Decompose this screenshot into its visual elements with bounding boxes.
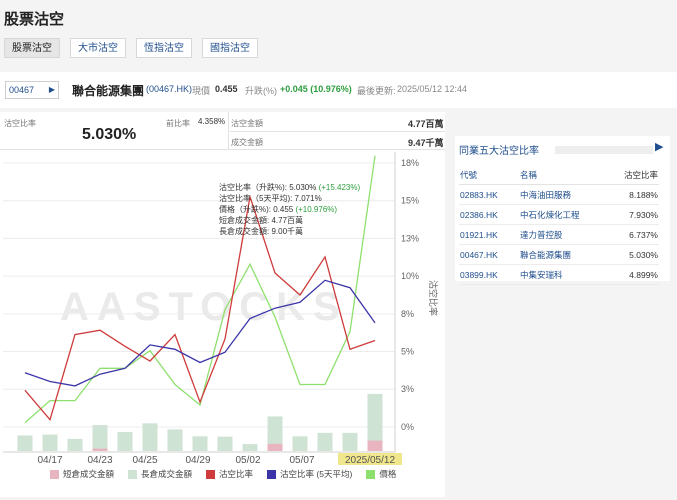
peer-panel-bar bbox=[555, 146, 653, 154]
long-position-bar bbox=[317, 432, 333, 451]
peer-code[interactable]: 01921.HK bbox=[459, 224, 519, 245]
peer-name[interactable]: 聯合能源集團 bbox=[519, 244, 611, 265]
legend-ratio[interactable]: 沽空比率 bbox=[206, 468, 253, 480]
peer-row[interactable]: 02883.HK 中海油田服務 8.188% bbox=[459, 184, 659, 205]
legend-ratio-label: 沽空比率 bbox=[219, 469, 254, 479]
x-tick-label: 04/17 bbox=[37, 455, 62, 466]
long-position-bar bbox=[192, 436, 208, 451]
legend-short-swatch bbox=[50, 469, 59, 479]
tooltip-price: 價格（升跌%): 0.455 bbox=[219, 205, 296, 214]
legend-price-label: 價格 bbox=[379, 469, 397, 479]
long-position-bar bbox=[67, 438, 83, 451]
peer-code[interactable]: 02883.HK bbox=[459, 184, 519, 205]
peer-row[interactable]: 03899.HK 中集安瑞科 4.899% bbox=[459, 264, 659, 285]
legend-short-bar[interactable]: 短倉成交金額 bbox=[50, 468, 114, 480]
peer-header-ratio: 沽空比率 bbox=[611, 166, 659, 185]
peer-header-name: 名稱 bbox=[519, 166, 611, 185]
y-tick-label: 8% bbox=[401, 309, 414, 319]
peer-panel-arrow-icon[interactable]: ▶ bbox=[655, 140, 663, 153]
long-position-bar bbox=[292, 436, 308, 451]
legend-ratio5[interactable]: 沽空比率 (5天平均) bbox=[267, 468, 352, 480]
legend-price-swatch bbox=[366, 469, 376, 479]
short-position-bar bbox=[92, 448, 108, 451]
long-position-bar bbox=[42, 434, 58, 451]
x-tick-label: 2025/05/12 bbox=[345, 455, 395, 466]
chart-legend: 短倉成交金額 長倉成交金額 沽空比率 沽空比率 (5天平均) 價格 bbox=[50, 468, 396, 480]
legend-ratio5-label: 沽空比率 (5天平均) bbox=[280, 469, 353, 479]
long-position-bar bbox=[117, 431, 133, 451]
legend-ratio5-swatch bbox=[267, 469, 277, 479]
peer-name[interactable]: 中集安瑞科 bbox=[519, 264, 611, 285]
x-tick-label: 04/23 bbox=[87, 455, 112, 466]
peer-ratio: 6.737% bbox=[611, 224, 659, 245]
short-position-bar bbox=[267, 443, 283, 451]
peer-name[interactable]: 達力普控股 bbox=[519, 224, 611, 245]
peer-name[interactable]: 中海油田服務 bbox=[519, 184, 611, 205]
peer-code[interactable]: 00467.HK bbox=[459, 244, 519, 265]
peer-code[interactable]: 03899.HK bbox=[459, 264, 519, 285]
peer-row[interactable]: 02386.HK 中石化煉化工程 7.930% bbox=[459, 204, 659, 225]
peer-row[interactable]: 00467.HK 聯合能源集團 5.030% bbox=[459, 244, 659, 265]
peer-name[interactable]: 中石化煉化工程 bbox=[519, 204, 611, 225]
x-tick-label: 05/07 bbox=[289, 455, 314, 466]
peer-ratio: 7.930% bbox=[611, 204, 659, 225]
peer-panel-title: 同業五大沽空比率 bbox=[459, 146, 539, 157]
tooltip-ratio-change: (+15.423%) bbox=[318, 183, 361, 192]
y-tick-label: 15% bbox=[401, 196, 419, 206]
tooltip-short-pos: 短倉成交金額: 4.77百萬 bbox=[219, 216, 304, 225]
x-tick-label: 04/25 bbox=[132, 455, 157, 466]
long-position-bar bbox=[217, 436, 233, 451]
tooltip-long-pos: 長倉成交金額: 9.00千萬 bbox=[219, 227, 304, 236]
peer-ratio: 8.188% bbox=[611, 184, 659, 205]
tooltip-price-change: (+10.976%) bbox=[295, 205, 338, 214]
tooltip-ratio: 沽空比率（升跌%): 5.030% bbox=[219, 183, 319, 192]
long-position-bar bbox=[167, 429, 183, 451]
y-axis-label: 沽空比率 bbox=[428, 280, 439, 316]
long-position-bar bbox=[92, 425, 108, 451]
long-position-bar bbox=[142, 423, 158, 451]
peer-header-code: 代號 bbox=[459, 166, 519, 185]
legend-long-bar[interactable]: 長倉成交金額 bbox=[128, 468, 192, 480]
chart-tooltip: 沽空比率（升跌%): 5.030% (+15.423%) 沽空比率（5天平均):… bbox=[219, 182, 360, 237]
legend-price[interactable]: 價格 bbox=[366, 468, 396, 480]
y-tick-label: 5% bbox=[401, 347, 414, 357]
long-position-bar bbox=[242, 444, 258, 451]
legend-ratio-swatch bbox=[206, 469, 216, 479]
peer-table: 代號 名稱 沽空比率 02883.HK 中海油田服務 8.188% 02386.… bbox=[459, 166, 659, 285]
long-position-bar bbox=[342, 432, 358, 451]
long-position-bar bbox=[17, 435, 33, 451]
legend-long-label: 長倉成交金額 bbox=[141, 469, 193, 479]
y-tick-label: 3% bbox=[401, 384, 414, 394]
peer-code[interactable]: 02386.HK bbox=[459, 204, 519, 225]
y-tick-label: 18% bbox=[401, 158, 419, 168]
y-tick-label: 10% bbox=[401, 271, 419, 281]
peer-table-header: 代號 名稱 沽空比率 bbox=[459, 166, 659, 185]
legend-short-label: 短倉成交金額 bbox=[63, 469, 115, 479]
peer-row[interactable]: 01921.HK 達力普控股 6.737% bbox=[459, 224, 659, 245]
short-ratio-5d-line bbox=[24, 279, 376, 387]
peer-panel: 同業五大沽空比率 ▶ 代號 名稱 沽空比率 02883.HK 中海油田服務 8.… bbox=[455, 136, 670, 285]
y-tick-label: 13% bbox=[401, 233, 419, 243]
x-tick-label: 05/02 bbox=[235, 455, 260, 466]
y-tick-label: 0% bbox=[401, 422, 414, 432]
legend-long-swatch bbox=[128, 469, 138, 479]
tooltip-ratio5: 沽空比率（5天平均): 7.071% bbox=[219, 194, 322, 203]
peer-ratio: 5.030% bbox=[611, 244, 659, 265]
short-position-bar bbox=[367, 440, 383, 451]
x-tick-label: 04/29 bbox=[185, 455, 210, 466]
peer-ratio: 4.899% bbox=[611, 264, 659, 285]
